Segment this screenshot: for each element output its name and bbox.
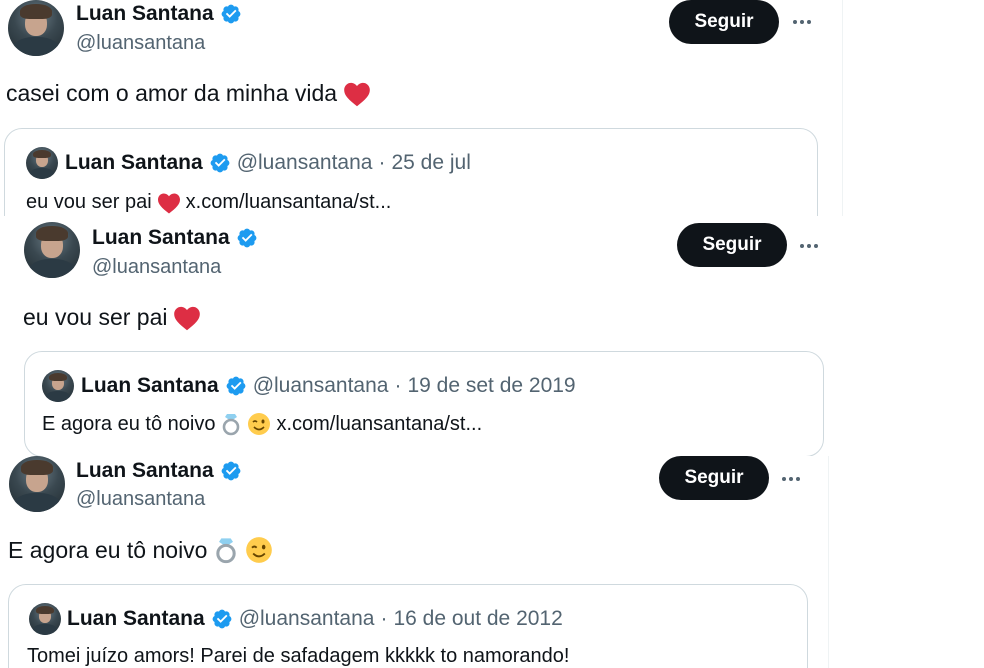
verified-badge-icon <box>221 461 241 481</box>
author-name: Luan Santana <box>76 2 214 25</box>
follow-button[interactable]: Seguir <box>669 0 779 44</box>
author-name: Luan Santana <box>76 459 214 482</box>
quote-date: 25 de jul <box>391 151 471 174</box>
quoted-post[interactable]: Luan Santana @luansantana · 25 de jul eu… <box>4 128 818 216</box>
quote-avatar <box>42 370 74 402</box>
quote-author-handle: @luansantana <box>236 151 373 174</box>
quote-link[interactable]: x.com/luansantana/st... <box>276 413 482 436</box>
quote-text-row: eu vou ser pai x.com/luansantana/st... <box>26 191 391 214</box>
separator-dot: · <box>380 607 388 630</box>
ring-icon <box>223 414 240 436</box>
verified-badge-icon <box>237 228 257 248</box>
avatar[interactable] <box>8 0 64 56</box>
author-handle[interactable]: @luansantana <box>92 256 221 279</box>
author-name: Luan Santana <box>92 226 230 249</box>
post-text-row: E agora eu tô noivo <box>8 536 273 564</box>
heart-icon <box>157 193 180 213</box>
post-2: Luan Santana @luansantana Seguir eu vou … <box>0 216 842 456</box>
quote-avatar <box>29 603 61 635</box>
quoted-post[interactable]: Luan Santana @luansantana · 19 de set de… <box>24 351 824 456</box>
verified-badge-icon <box>212 609 232 629</box>
post-text-row: casei com o amor da minha vida <box>6 80 371 107</box>
quote-author-handle: @luansantana <box>238 607 375 630</box>
quote-header: Luan Santana @luansantana · 25 de jul <box>65 151 471 175</box>
author-handle[interactable]: @luansantana <box>76 32 205 55</box>
verified-badge-icon <box>226 376 246 396</box>
more-options-icon[interactable] <box>800 242 824 250</box>
quote-text: E agora eu tô noivo <box>42 412 216 435</box>
separator-dot: · <box>394 374 402 397</box>
quote-author-name: Luan Santana <box>81 374 219 397</box>
quote-header: Luan Santana @luansantana · 19 de set de… <box>81 374 576 398</box>
author-handle[interactable]: @luansantana <box>76 488 205 511</box>
more-options-icon[interactable] <box>782 475 806 483</box>
follow-button[interactable]: Seguir <box>659 456 769 500</box>
quote-text: Tomei juízo amors! Parei de safadagem kk… <box>27 645 570 667</box>
post-text: eu vou ser pai <box>23 304 168 330</box>
winking-face-icon <box>248 413 271 435</box>
quote-text: eu vou ser pai <box>26 191 152 213</box>
ring-icon <box>216 538 237 564</box>
post-text: E agora eu tô noivo <box>8 536 208 563</box>
avatar[interactable] <box>9 456 65 512</box>
avatar[interactable] <box>24 222 80 278</box>
verified-badge-icon <box>210 153 230 173</box>
quote-link[interactable]: x.com/luansantana/st... <box>186 191 392 214</box>
winking-face-icon <box>246 537 273 563</box>
post-1: Luan Santana @luansantana Seguir casei c… <box>0 0 843 216</box>
more-options-icon[interactable] <box>793 18 817 26</box>
separator-dot: · <box>378 151 386 174</box>
quote-author-handle: @luansantana <box>252 374 389 397</box>
verified-badge-icon <box>221 4 241 24</box>
quote-text-row: E agora eu tô noivo x.com/luansantana/st… <box>42 412 482 436</box>
quote-author-name: Luan Santana <box>67 607 205 630</box>
author-name-row[interactable]: Luan Santana <box>92 226 258 250</box>
quote-avatar <box>26 147 58 179</box>
post-text: casei com o amor da minha vida <box>6 80 338 106</box>
quoted-post[interactable]: Luan Santana @luansantana · 16 de out de… <box>8 584 808 668</box>
quote-date: 19 de set de 2019 <box>407 374 576 397</box>
quote-text-row: Tomei juízo amors! Parei de safadagem kk… <box>27 645 569 668</box>
quote-date: 16 de out de 2012 <box>393 607 563 630</box>
heart-icon <box>174 306 201 330</box>
author-name-row[interactable]: Luan Santana <box>76 2 242 26</box>
post-text-row: eu vou ser pai <box>23 304 201 331</box>
heart-icon <box>344 82 370 106</box>
quote-author-name: Luan Santana <box>65 151 203 174</box>
quote-header: Luan Santana @luansantana · 16 de out de… <box>67 607 563 631</box>
author-name-row[interactable]: Luan Santana <box>76 459 242 483</box>
post-3: Luan Santana @luansantana Seguir E agora… <box>0 456 829 668</box>
follow-button[interactable]: Seguir <box>677 223 787 267</box>
